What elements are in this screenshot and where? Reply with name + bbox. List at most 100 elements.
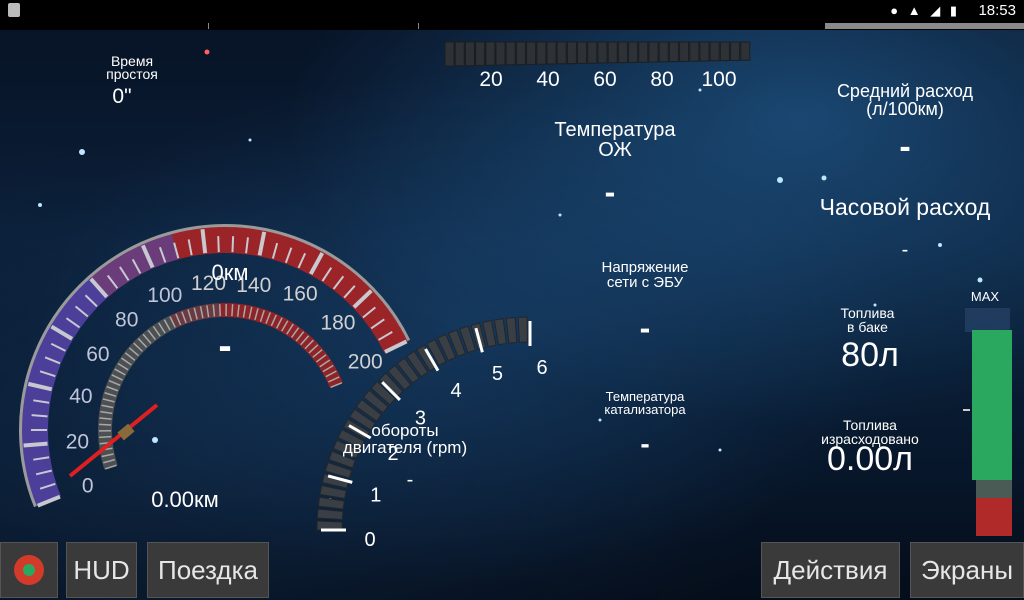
speedometer-band-segment — [272, 234, 296, 265]
speedometer-tick — [231, 236, 235, 253]
tachometer-label: 0 — [364, 529, 375, 551]
catalyst-label-line2: катализатора — [604, 402, 686, 417]
coolant-temp-value: - — [604, 174, 616, 210]
actions-button[interactable]: Действия — [761, 542, 900, 598]
tachometer-segment — [505, 316, 518, 344]
speedometer-label: 180 — [320, 311, 355, 334]
fuel-bar-grey — [976, 480, 1012, 498]
hourly-consumption-value: - — [901, 239, 909, 261]
speedometer-band-segment — [27, 469, 57, 492]
speedometer-band-segment — [310, 252, 338, 283]
speedometer-band-segment — [353, 290, 383, 319]
top-scale-segment — [505, 41, 516, 66]
top-scale-segment — [658, 41, 669, 63]
trip-button[interactable]: Поездка — [147, 542, 269, 598]
catalyst-temp-label: Температура катализатора — [585, 390, 705, 416]
speedometer-band-segment — [115, 250, 142, 282]
avg-consumption-value: - — [899, 128, 911, 166]
top-scale-segment — [607, 41, 618, 64]
fuel-used-value: 0.00л — [826, 440, 913, 478]
speedometer-band-segment — [27, 367, 57, 390]
top-scale-label: 60 — [593, 68, 616, 91]
speedometer-band-segment — [90, 267, 119, 298]
top-scale-segment — [740, 41, 751, 61]
tachometer-segment — [316, 508, 344, 520]
idle-time-value: 0" — [112, 85, 132, 108]
tachometer-segment — [317, 496, 345, 510]
tachometer-label: 6 — [536, 357, 547, 379]
speedometer-band-segment — [22, 397, 51, 417]
coolant-label-line1: Температура — [554, 119, 676, 141]
top-scale-segment — [444, 41, 455, 67]
tachometer-segment — [493, 318, 507, 346]
speedometer-label: 0 — [82, 474, 94, 497]
speedometer-tick — [23, 441, 48, 448]
hourly-consumption-label: Часовой расход — [819, 194, 991, 220]
speedometer-band-segment — [31, 482, 61, 507]
top-scale-segment — [679, 41, 690, 62]
fuel-tank-value: 80л — [841, 336, 899, 374]
top-scale-label: 100 — [701, 68, 736, 91]
fuel-tank-label-line1: Топлива — [840, 305, 895, 321]
avg-consumption-label-line1: Средний расход — [836, 81, 974, 101]
speedometer-band-segment — [31, 352, 62, 377]
speedometer-band-segment — [259, 230, 281, 260]
top-scale: 20 40 60 80 100 — [444, 41, 751, 91]
top-scale-segment — [485, 41, 496, 66]
speedometer-label: 80 — [115, 308, 138, 331]
top-scale-segment — [617, 41, 628, 64]
top-scale-segment — [515, 41, 526, 66]
hud-button[interactable]: HUD — [66, 542, 137, 598]
catalyst-temp-value: - — [640, 428, 650, 459]
tachometer-segment — [517, 316, 528, 343]
fuel-bar — [963, 308, 1012, 536]
speed-value: - — [218, 324, 232, 368]
coolant-label-line2: ОЖ — [598, 139, 632, 161]
speedometer-band-segment — [142, 238, 167, 269]
speedometer-inner-tick — [231, 304, 234, 317]
rpm-label: обороты двигателя (rpm) — [330, 422, 480, 456]
speedometer-label: 40 — [69, 385, 92, 408]
tachometer-label: 4 — [450, 380, 461, 402]
speedometer-band-segment — [22, 428, 49, 446]
speedometer-inner-tick — [218, 304, 221, 317]
speedometer-tick — [217, 236, 220, 253]
speedometer-band-segment — [362, 301, 393, 330]
fuel-tank-label-line2: в баке — [847, 319, 888, 335]
top-scale-segment — [689, 41, 700, 62]
speedometer-band-segment — [22, 413, 49, 431]
record-icon — [14, 555, 44, 585]
top-scale-segment — [587, 41, 598, 64]
voltage-label-line1: Напряжение — [601, 259, 689, 276]
top-scale-segment — [495, 41, 506, 66]
trip-distance-value: 0.00км — [151, 487, 219, 512]
top-scale-segment — [556, 41, 567, 65]
coolant-temp-label: Температура ОЖ — [520, 120, 710, 160]
fuel-bar-red — [976, 498, 1012, 536]
avg-consumption-label: Средний расход (л/100км) — [815, 82, 995, 118]
top-scale-segment — [709, 41, 720, 62]
odometer-value: 0км — [211, 260, 249, 285]
fuel-tank-label: Топлива в баке — [815, 306, 920, 334]
speedometer-inner-tick — [99, 423, 112, 426]
avg-consumption-label-line2: (л/100км) — [866, 99, 944, 119]
top-scale-segment — [536, 41, 547, 65]
voltage-label-line2: сети с ЭБУ — [606, 274, 684, 291]
fuel-bar-green — [972, 330, 1012, 480]
screens-button[interactable]: Экраны — [910, 542, 1024, 598]
speedometer-band-segment — [36, 338, 67, 364]
speedometer-band-segment — [50, 312, 81, 340]
speedometer-band-segment — [102, 258, 130, 290]
top-scale-segment — [577, 41, 588, 64]
speedometer-band-segment — [370, 314, 401, 342]
top-scale-segment — [566, 41, 577, 65]
record-button[interactable] — [0, 542, 58, 598]
speedometer-band-segment — [59, 299, 90, 329]
idle-time-label: Время простоя — [82, 54, 182, 81]
fuel-bar-top — [965, 308, 1010, 332]
top-scale-segment — [699, 41, 710, 62]
top-scale-segment — [648, 41, 659, 63]
top-scale-label: 40 — [536, 68, 559, 91]
speedometer-band-segment — [171, 230, 193, 260]
top-scale-segment — [719, 41, 730, 62]
